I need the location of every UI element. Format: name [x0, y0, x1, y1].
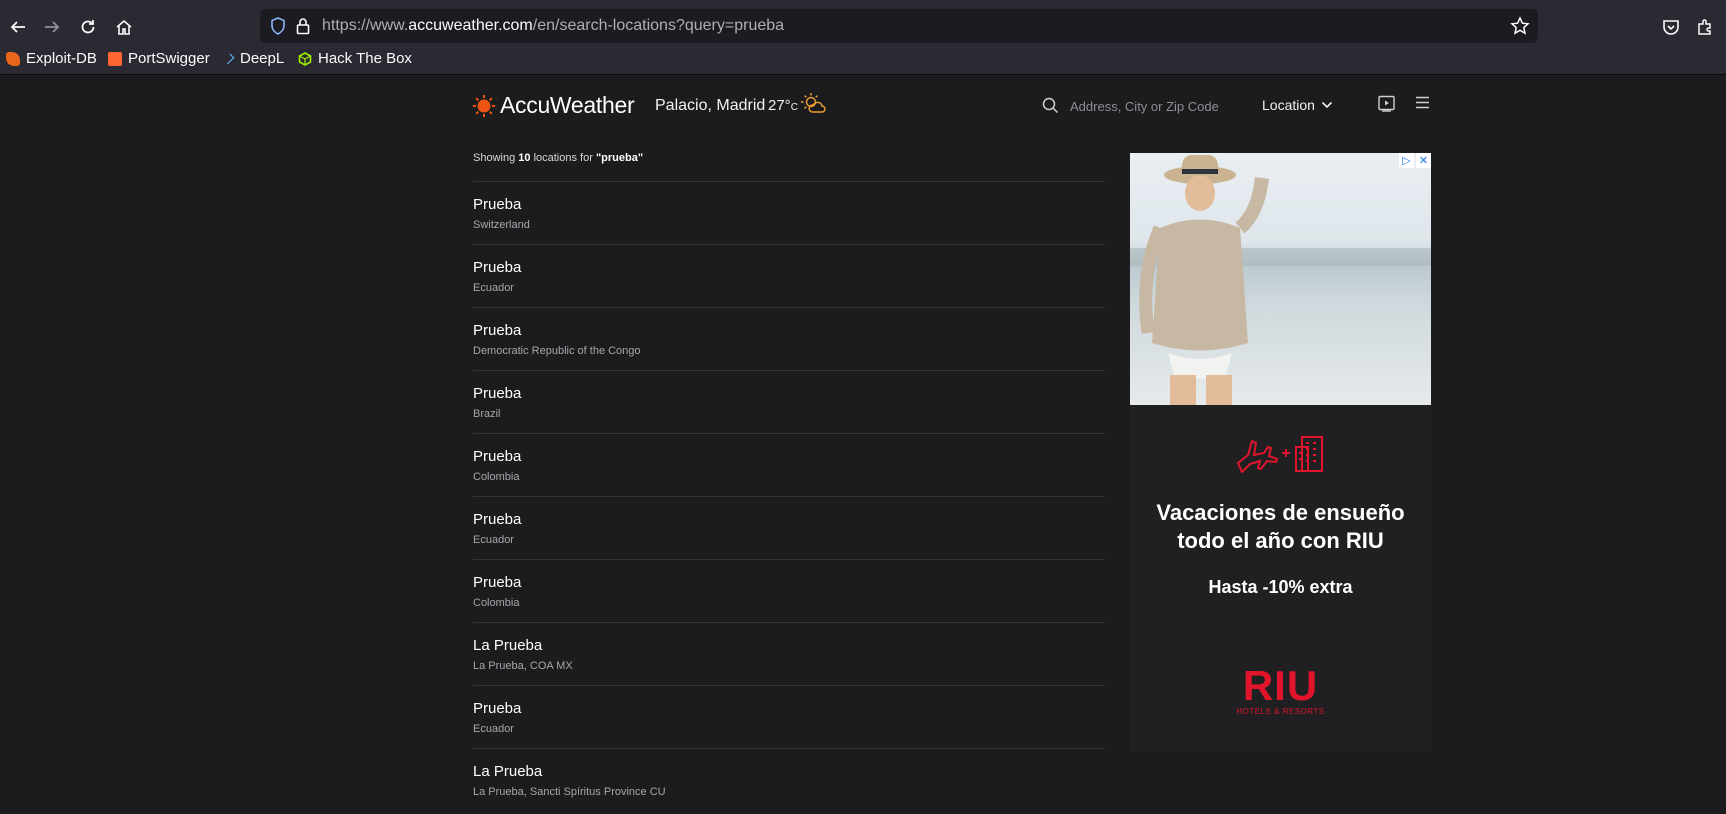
extensions-icon[interactable] — [1696, 18, 1714, 36]
result-name: Prueba — [473, 385, 522, 402]
result-name: La Prueba — [473, 637, 543, 654]
results-count: 10 — [518, 152, 531, 164]
arrow-left-icon — [10, 21, 25, 33]
url-text[interactable]: https://www.accuweather.com/en/search-lo… — [322, 17, 784, 35]
forward-button[interactable] — [36, 11, 68, 43]
ad-photo[interactable]: ▷ ✕ — [1130, 153, 1431, 405]
bookmark-label: DeepL — [240, 50, 285, 67]
result-name: Prueba — [473, 322, 522, 339]
bookmarks-bar: Exploit-DB PortSwigger DeepL Hack The Bo… — [0, 46, 1726, 75]
temp-value: 27° — [768, 97, 791, 114]
result-item[interactable]: Prueba Switzerland — [473, 181, 1105, 244]
lock-icon[interactable] — [296, 17, 310, 35]
results-query: "prueba" — [595, 152, 644, 164]
bookmark-hack-the-box[interactable]: Hack The Box — [298, 50, 412, 67]
home-button[interactable] — [108, 11, 140, 43]
partly-cloudy-icon — [801, 93, 826, 113]
exploit-db-icon — [6, 51, 20, 66]
ad-model-figure — [1130, 155, 1431, 405]
bookmark-label: Exploit-DB — [26, 50, 97, 67]
result-region: Ecuador — [473, 534, 514, 546]
brand-name: AccuWeather — [500, 92, 635, 118]
summary-prefix: Showing — [473, 152, 519, 164]
ad-choices[interactable]: ▷ ✕ — [1399, 153, 1431, 168]
results-summary: Showing 10 locations for "prueba" — [473, 152, 643, 164]
result-name: La Prueba — [473, 763, 543, 780]
result-item[interactable]: Prueba Democratic Republic of the Congo — [473, 307, 1105, 370]
result-region: La Prueba, COA MX — [473, 660, 573, 672]
address-bar[interactable]: https://www.accuweather.com/en/search-lo… — [260, 9, 1538, 43]
bookmark-star-icon[interactable] — [1510, 16, 1530, 36]
pocket-icon[interactable] — [1662, 18, 1680, 36]
result-name: Prueba — [473, 700, 522, 717]
result-region: Colombia — [473, 597, 520, 609]
current-temperature[interactable]: 27°C — [768, 97, 798, 114]
temp-unit: C — [790, 102, 798, 113]
sun-logo-icon — [473, 94, 495, 117]
url-prefix: https://www. — [322, 17, 409, 34]
reload-icon — [81, 20, 95, 34]
bookmark-label: Hack The Box — [318, 50, 412, 67]
hack-the-box-icon — [298, 51, 312, 66]
result-item[interactable]: Prueba Colombia — [473, 433, 1105, 496]
result-name: Prueba — [473, 574, 522, 591]
result-name: Prueba — [473, 259, 522, 276]
shield-icon[interactable] — [270, 17, 286, 35]
result-item[interactable]: Prueba Colombia — [473, 559, 1105, 622]
url-host: accuweather.com — [408, 17, 533, 34]
riu-logo: RIU — [1242, 662, 1319, 709]
location-search-input[interactable] — [1068, 93, 1242, 119]
riu-tagline: HOTELS & RESORTS — [1236, 707, 1325, 716]
close-icon[interactable]: ✕ — [1416, 153, 1431, 168]
advertisement[interactable]: ▷ ✕ Vacaciones de ensueño todo el año co… — [1130, 153, 1431, 752]
result-region: Brazil — [473, 408, 501, 420]
result-name: Prueba — [473, 448, 522, 465]
result-name: Prueba — [473, 196, 522, 213]
location-dropdown[interactable]: Location — [1262, 97, 1333, 113]
location-dropdown-label: Location — [1262, 97, 1315, 113]
browser-toolbar: https://www.accuweather.com/en/search-lo… — [0, 7, 1726, 46]
result-item[interactable]: La Prueba La Prueba, COA MX — [473, 622, 1105, 685]
result-region: Ecuador — [473, 282, 514, 294]
result-item[interactable]: La Prueba La Prueba, Sancti Spíritus Prov… — [473, 748, 1105, 811]
back-button[interactable] — [2, 11, 34, 43]
search-icon[interactable] — [1042, 97, 1059, 114]
current-location[interactable]: Palacio, Madrid — [655, 97, 765, 115]
hamburger-menu-icon[interactable] — [1415, 96, 1430, 109]
result-region: Ecuador — [473, 723, 514, 735]
home-icon — [116, 19, 132, 35]
result-region: Colombia — [473, 471, 520, 483]
result-item[interactable]: Prueba Ecuador — [473, 685, 1105, 748]
result-item[interactable]: Prueba Brazil — [473, 370, 1105, 433]
deepl-icon — [223, 52, 235, 65]
result-name: Prueba — [473, 511, 522, 528]
result-item[interactable]: Prueba Ecuador — [473, 244, 1105, 307]
bookmark-exploit-db[interactable]: Exploit-DB — [6, 50, 97, 67]
portswigger-icon — [108, 51, 122, 66]
arrow-right-icon — [45, 21, 60, 33]
reload-button[interactable] — [72, 11, 104, 43]
flight-hotel-icon — [1236, 436, 1323, 473]
bookmark-portswigger[interactable]: PortSwigger — [108, 50, 210, 67]
site-header: AccuWeather Palacio, Madrid 27°C Locatio… — [0, 75, 1726, 137]
bookmark-label: PortSwigger — [128, 50, 210, 67]
result-item[interactable]: Prueba Ecuador — [473, 496, 1105, 559]
result-region: La Prueba, Sancti Spíritus Province CU — [473, 786, 666, 798]
adchoices-icon[interactable]: ▷ — [1399, 153, 1414, 168]
accuweather-logo[interactable]: AccuWeather — [472, 92, 635, 119]
summary-mid: locations for — [530, 152, 596, 164]
result-region: Democratic Republic of the Congo — [473, 345, 641, 357]
result-region: Switzerland — [473, 219, 530, 231]
bookmark-deepl[interactable]: DeepL — [223, 50, 285, 67]
ad-headline: Vacaciones de ensueño todo el año con RI… — [1156, 500, 1405, 553]
chevron-down-icon — [1321, 101, 1333, 109]
search-results-list: Prueba Switzerland Prueba Ecuador Prueba De… — [473, 181, 1105, 811]
url-path: /en/search-locations?query=prueba — [532, 17, 785, 34]
ad-offer: Hasta -10% extra — [1208, 577, 1353, 597]
video-icon[interactable] — [1378, 95, 1395, 112]
tab-strip — [0, 0, 1726, 7]
